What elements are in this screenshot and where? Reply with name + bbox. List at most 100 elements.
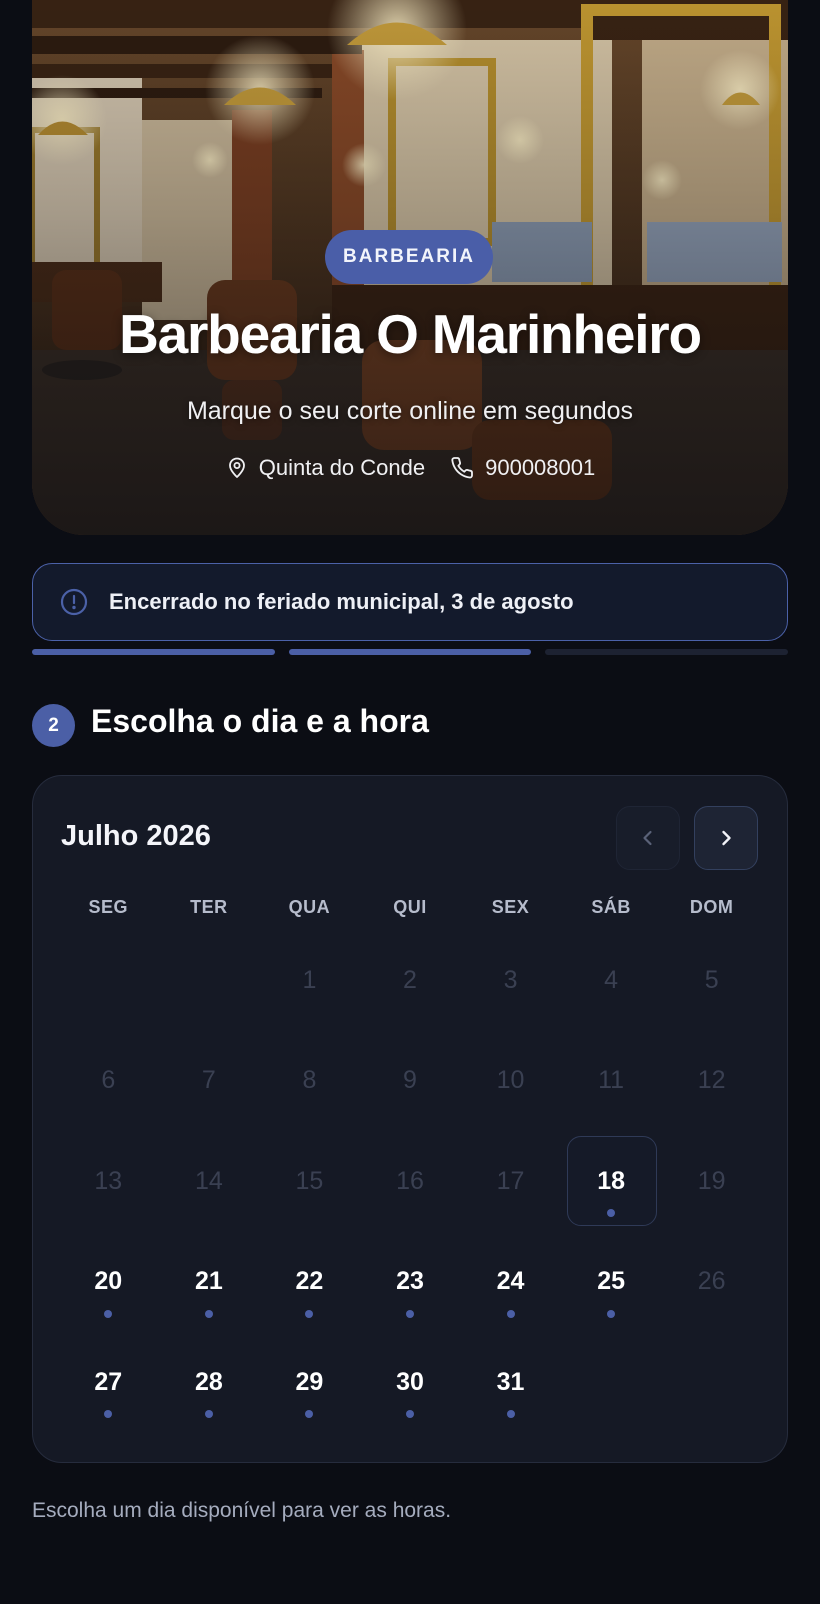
calendar-day-unavailable: 7: [159, 1035, 260, 1136]
phone-text: 900008001: [485, 455, 596, 480]
notice-text: Encerrado no feriado municipal, 3 de ago…: [109, 589, 574, 614]
day-selection-hint: Escolha um dia disponível para ver as ho…: [32, 1499, 452, 1522]
step-number: 2: [32, 704, 75, 747]
contact-info: Quinta do Conde 900008001: [32, 455, 788, 481]
calendar-day-unavailable: 13: [58, 1135, 159, 1236]
availability-dot: [405, 1410, 414, 1418]
calendar-day-number: 8: [302, 1066, 317, 1095]
hero-banner: BARBEARIA Barbearia O Marinheiro Marque …: [32, 0, 788, 535]
calendar-day-number: 18: [597, 1166, 625, 1195]
chevron-left-icon: [643, 830, 652, 846]
next-month-button[interactable]: [694, 806, 758, 870]
availability-dot: [607, 1309, 616, 1318]
weekday-label: TER: [190, 897, 228, 917]
availability-dot: [607, 1209, 616, 1217]
calendar-day-unavailable: 5: [661, 934, 762, 1035]
phone-icon: [451, 457, 474, 479]
calendar-day-number: 31: [496, 1367, 525, 1396]
calendar-day-available[interactable]: 22: [259, 1236, 360, 1337]
step-title: Escolha o dia e a hora: [91, 703, 429, 739]
calendar-day-number: 4: [604, 965, 619, 994]
calendar-day-number: 30: [396, 1367, 424, 1396]
calendar-day-unavailable: 10: [460, 1035, 561, 1136]
calendar-day-available[interactable]: 18: [561, 1135, 662, 1236]
calendar-day-unavailable: 8: [259, 1035, 360, 1136]
availability-dot: [204, 1410, 213, 1418]
calendar-day-available[interactable]: 23: [360, 1236, 461, 1337]
location-text: Quinta do Conde: [258, 455, 426, 480]
calendar-day-unavailable: 15: [259, 1135, 360, 1236]
progress-step-1: [32, 649, 275, 655]
calendar-day-unavailable: 6: [58, 1035, 159, 1136]
calendar-day-available[interactable]: 29: [259, 1336, 360, 1437]
location-info: Quinta do Conde: [225, 455, 425, 481]
calendar-day-unavailable: 2: [360, 934, 461, 1035]
map-pin-icon: [228, 457, 245, 478]
availability-dot: [104, 1410, 113, 1418]
closure-notice: Encerrado no feriado municipal, 3 de ago…: [32, 563, 788, 641]
progress-step-2: [288, 649, 532, 655]
calendar-day-number: 3: [503, 965, 518, 994]
calendar-day-number: 11: [598, 1066, 625, 1095]
availability-dot: [104, 1309, 113, 1318]
calendar-day-available[interactable]: 28: [159, 1336, 260, 1437]
calendar-days-grid: 1 2 3 4 5 6 7 8 9 10 11 12 13 14 15 16 17 18 19 20 21 22 23 24 2…: [58, 934, 762, 1437]
category-badge: BARBEARIA: [325, 230, 493, 284]
calendar-day-number: 12: [697, 1066, 726, 1095]
calendar-day-number: 24: [496, 1267, 525, 1296]
weekday-label: SÁB: [591, 897, 631, 917]
info-icon: [60, 588, 88, 616]
calendar-day-available[interactable]: 30: [360, 1336, 461, 1437]
calendar-day-number: 20: [94, 1267, 123, 1296]
calendar-day-number: 26: [697, 1267, 726, 1296]
weekday-label: DOM: [689, 897, 734, 917]
calendar-day-number: 13: [94, 1166, 123, 1195]
calendar-day-available[interactable]: 31: [460, 1336, 561, 1437]
calendar-day-unavailable: 3: [460, 934, 561, 1035]
calendar-day-available[interactable]: 24: [460, 1236, 561, 1337]
calendar-day-available[interactable]: 25: [561, 1236, 662, 1337]
calendar-day-number: 16: [396, 1166, 424, 1195]
calendar-day-available[interactable]: 27: [58, 1336, 159, 1437]
calendar-day-number: 5: [704, 965, 719, 994]
calendar-day-unavailable: 9: [360, 1035, 461, 1136]
calendar-day-unavailable: 1: [259, 934, 360, 1035]
availability-dot: [405, 1309, 414, 1318]
availability-dot: [305, 1410, 314, 1418]
availability-dot: [305, 1309, 314, 1318]
calendar-day-number: 21: [194, 1267, 223, 1296]
calendar-day-empty: [159, 934, 260, 1035]
previous-month-button[interactable]: [616, 806, 680, 870]
calendar-day-number: 6: [101, 1066, 116, 1095]
calendar-day-available[interactable]: 21: [159, 1236, 260, 1337]
business-name: Barbearia O Marinheiro: [119, 303, 702, 365]
calendar-day-number: 1: [302, 965, 317, 994]
availability-dot: [506, 1410, 515, 1418]
calendar: Julho 2026 SEG TER QUA QUI SEX SÁB DOM 1…: [32, 775, 788, 1463]
calendar-day-number: 29: [295, 1367, 324, 1396]
weekday-label: SEX: [491, 897, 530, 917]
calendar-day-number: 27: [94, 1367, 123, 1396]
calendar-day-number: 9: [403, 1066, 417, 1095]
phone-info[interactable]: 900008001: [451, 455, 595, 481]
calendar-day-number: 2: [403, 965, 417, 994]
chevron-right-icon: [722, 830, 731, 846]
calendar-day-number: 15: [295, 1166, 324, 1195]
calendar-day-number: 7: [201, 1066, 216, 1095]
calendar-day-unavailable: 16: [360, 1135, 461, 1236]
calendar-day-unavailable: 19: [661, 1135, 762, 1236]
weekday-label: SEG: [88, 897, 129, 917]
calendar-day-unavailable: 17: [460, 1135, 561, 1236]
calendar-day-number: 17: [496, 1166, 525, 1195]
calendar-day-unavailable: 14: [159, 1135, 260, 1236]
weekday-label: QUI: [393, 897, 427, 917]
calendar-day-available[interactable]: 20: [58, 1236, 159, 1337]
calendar-day-number: 25: [597, 1267, 625, 1296]
calendar-day-unavailable: 4: [561, 934, 662, 1035]
progress-step-3: [545, 649, 789, 655]
booking-progress: [32, 649, 789, 655]
calendar-day-empty: [58, 934, 159, 1035]
weekday-header: SEG TER QUA QUI SEX SÁB DOM: [58, 897, 762, 918]
calendar-day-number: 22: [295, 1267, 324, 1296]
availability-dot: [506, 1309, 515, 1318]
